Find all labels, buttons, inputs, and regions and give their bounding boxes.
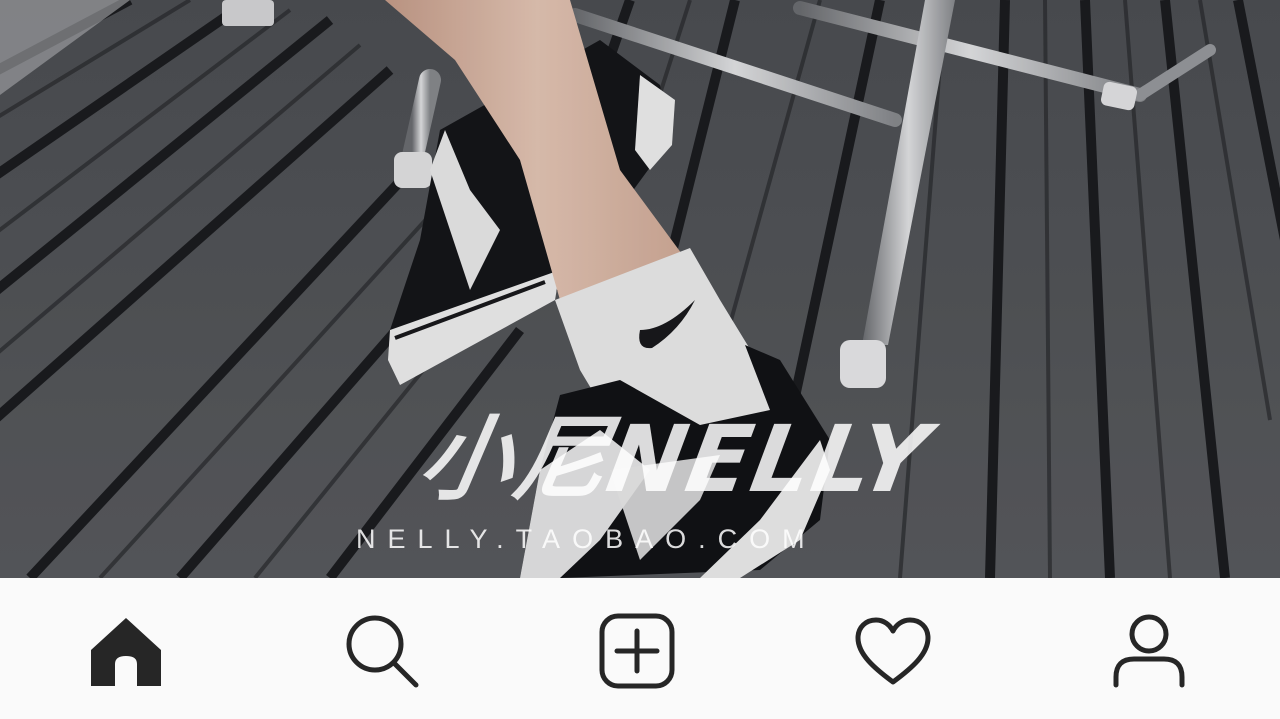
- tab-profile[interactable]: [1104, 606, 1194, 696]
- search-icon: [346, 615, 419, 688]
- add-post-icon: [599, 613, 675, 689]
- tab-activity[interactable]: [848, 606, 938, 696]
- tab-new-post[interactable]: [592, 606, 682, 696]
- heart-icon: [855, 617, 931, 685]
- profile-icon: [1113, 614, 1185, 688]
- tab-home[interactable]: [81, 606, 171, 696]
- post-photo[interactable]: 小尼NELLY NELLY.TAOBAO.COM: [0, 0, 1280, 578]
- home-icon: [91, 618, 161, 686]
- tab-search[interactable]: [337, 606, 427, 696]
- post-image: [0, 0, 1280, 578]
- bottom-tab-bar: [0, 578, 1280, 719]
